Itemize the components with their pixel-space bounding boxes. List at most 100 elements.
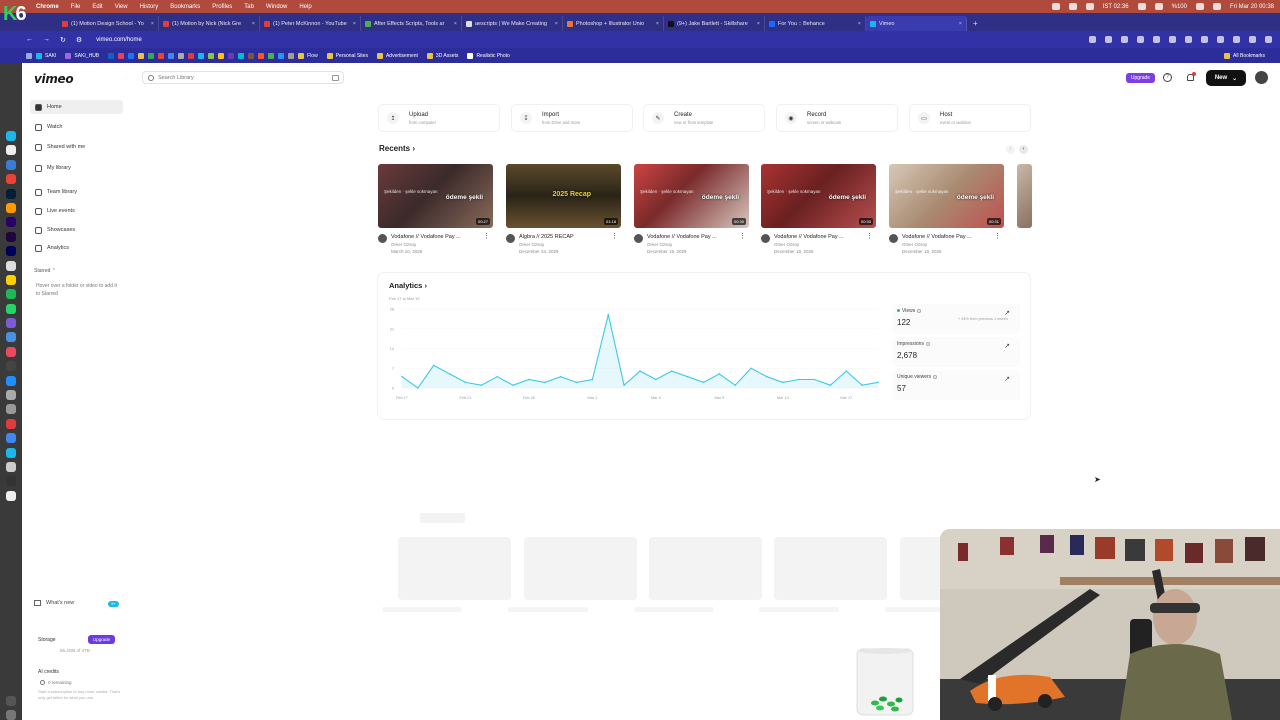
bluetooth-icon[interactable] <box>1154 3 1163 10</box>
info-icon[interactable] <box>933 374 938 379</box>
close-icon[interactable]: × <box>757 21 760 27</box>
bookmark-item[interactable]: SAKI <box>36 52 56 59</box>
sidebar-item-live-events[interactable]: Live events <box>30 204 123 218</box>
video-thumbnail[interactable]: Şekilden · şekle sokmayan ödeme şekli 00… <box>889 164 1004 228</box>
carousel-prev-button[interactable]: ‹ <box>1006 145 1015 154</box>
battery-level[interactable]: %100 <box>1172 4 1187 10</box>
extension-icon[interactable] <box>1153 36 1160 43</box>
browser-tab[interactable]: (1) Motion by Nick (Nick Gre × <box>159 16 260 31</box>
sidebar-item-analytics[interactable]: Analytics <box>30 241 123 255</box>
bookmark-item[interactable]: Realistic Photo <box>467 52 510 59</box>
dock-app-icon[interactable] <box>6 346 16 357</box>
bookmark-icon[interactable] <box>288 52 295 59</box>
analytics-heading[interactable]: Analytics › <box>389 281 427 290</box>
extension-icon[interactable] <box>1233 36 1240 43</box>
extension-icon[interactable] <box>1217 36 1224 43</box>
wifi-icon[interactable] <box>1195 3 1204 10</box>
create-action[interactable]: ✎ Create new or from template <box>643 104 765 132</box>
import-action[interactable]: ↧ Import from Drive and more <box>511 104 633 132</box>
stat-impressions[interactable]: Impressions 2,678 ↗ <box>893 337 1020 367</box>
extension-icon[interactable] <box>1185 36 1192 43</box>
info-icon[interactable] <box>917 308 922 313</box>
menu-file[interactable]: File <box>71 4 81 10</box>
bookmark-icon[interactable] <box>218 52 225 59</box>
bookmark-folder[interactable]: Advertisement <box>376 52 418 59</box>
dock-app-icon[interactable] <box>6 433 16 444</box>
browser-tab[interactable]: Photoshop + Illustrator Unio × <box>563 16 664 31</box>
dock-app-icon[interactable] <box>6 361 16 372</box>
close-icon[interactable]: × <box>858 21 861 27</box>
close-icon[interactable]: × <box>959 21 962 27</box>
search-input[interactable]: Search Library <box>142 71 344 84</box>
status-icon[interactable] <box>1068 3 1077 10</box>
status-icon[interactable] <box>1051 3 1060 10</box>
all-bookmarks[interactable]: All Bookmarks <box>1224 52 1265 59</box>
stat-views[interactable]: Views 122 + 94% from previous 1 month ↗ <box>893 304 1020 334</box>
bookmark-star-icon[interactable] <box>1089 36 1096 43</box>
avatar[interactable] <box>1255 71 1268 84</box>
dock-app-icon[interactable] <box>6 332 16 343</box>
starred-toggle[interactable]: Starred ⌃ <box>34 268 56 274</box>
video-title[interactable]: Vodafone // Vodafone Pay ... <box>647 234 739 240</box>
extension-icon[interactable] <box>1105 36 1112 43</box>
bookmark-icon[interactable] <box>168 52 175 59</box>
dock-app-icon[interactable] <box>6 447 16 458</box>
more-options-icon[interactable]: ⋮ <box>611 233 618 240</box>
sidebar-item-shared[interactable]: Shared with me <box>30 140 123 154</box>
bookmark-folder[interactable]: Personal Sites <box>326 52 368 59</box>
close-icon[interactable]: × <box>151 21 154 27</box>
help-icon[interactable]: ? <box>1163 73 1172 82</box>
sidebar-item-my-library[interactable]: My library <box>30 161 123 175</box>
vimeo-logo[interactable]: vimeo <box>34 72 74 86</box>
dock-app-icon[interactable] <box>6 145 16 156</box>
dock-app-icon[interactable] <box>6 404 16 415</box>
video-card[interactable]: Şekilden · şekle sokmayan ödeme şekli 00… <box>889 164 1005 260</box>
bookmark-icon[interactable] <box>278 52 285 59</box>
dock-app-icon[interactable] <box>6 461 16 472</box>
whats-new-link[interactable]: What's new <box>34 600 74 606</box>
host-action[interactable]: ▭ Host event or webinar <box>909 104 1031 132</box>
reload-icon[interactable]: ↻ <box>60 36 66 44</box>
video-thumbnail[interactable] <box>1017 164 1032 228</box>
dock-app-icon[interactable] <box>6 318 16 329</box>
extension-icon[interactable] <box>1137 36 1144 43</box>
more-options-icon[interactable]: ⋮ <box>483 233 490 240</box>
stat-unique-viewers[interactable]: Unique viewers 57 ↗ <box>893 370 1020 400</box>
browser-tab-active[interactable]: Vimeo × <box>866 16 967 31</box>
menu-profiles[interactable]: Profiles <box>212 4 232 10</box>
volume-icon[interactable] <box>1137 3 1146 10</box>
close-icon[interactable]: × <box>555 21 558 27</box>
menu-help[interactable]: Help <box>299 4 311 10</box>
browser-tab[interactable]: (9+) Jake Bartlett - Skillshare × <box>664 16 765 31</box>
dock-app-icon[interactable] <box>6 131 16 141</box>
instagram-icon[interactable] <box>118 52 125 59</box>
ai-credits-hint[interactable]: Start a subscription to buy more credits… <box>38 689 122 700</box>
upload-action[interactable]: ↥ Upload from computer <box>378 104 500 132</box>
menu-view[interactable]: View <box>115 4 128 10</box>
extension-icon[interactable] <box>1121 36 1128 43</box>
browser-tab[interactable]: After Effects Scripts, Tools ar × <box>361 16 462 31</box>
bookmark-item[interactable]: SAKI_HUB <box>65 52 99 59</box>
video-thumbnail[interactable]: Şekilden · şekle sokmayan ödeme şekli 00… <box>378 164 493 228</box>
premiere-icon[interactable] <box>6 217 16 228</box>
bookmark-folder[interactable]: 3D Assets <box>426 52 458 59</box>
close-icon[interactable]: × <box>454 21 457 27</box>
recents-heading[interactable]: Recents › <box>379 144 415 153</box>
more-options-icon[interactable]: ⋮ <box>994 233 1001 240</box>
bookmark-icon[interactable] <box>258 52 265 59</box>
menu-history[interactable]: History <box>140 4 159 10</box>
url-field[interactable]: vimeo.com/home <box>96 37 142 43</box>
dock-app-icon[interactable] <box>6 490 16 501</box>
photoshop-icon[interactable] <box>6 188 16 199</box>
more-options-icon[interactable]: ⋮ <box>739 233 746 240</box>
carousel-next-button[interactable]: › <box>1019 145 1028 154</box>
video-card[interactable]: Şekilden · şekle sokmayan ödeme şekli 00… <box>761 164 877 260</box>
input-language[interactable]: IST 02:36 <box>1103 4 1129 10</box>
dock-app-icon[interactable] <box>6 260 16 271</box>
close-icon[interactable]: × <box>353 21 356 27</box>
bookmark-icon[interactable] <box>188 52 195 59</box>
download-icon[interactable] <box>1201 36 1208 43</box>
bookmark-icon[interactable] <box>228 52 235 59</box>
chrome-icon[interactable] <box>6 174 16 185</box>
video-card[interactable]: 2025 Recap 01:18 Algbra // 2025 RECAP Om… <box>506 164 622 260</box>
